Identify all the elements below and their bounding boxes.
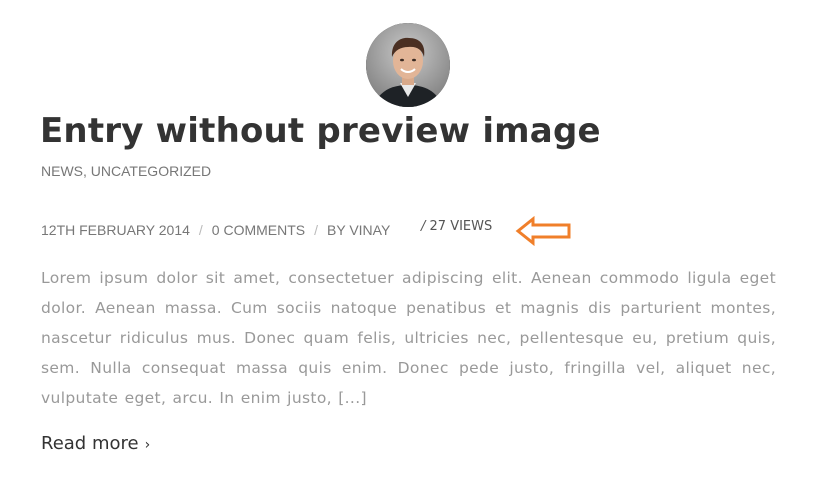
author-avatar[interactable] [366, 23, 450, 107]
post-categories: NEWS, UNCATEGORIZED [41, 162, 211, 180]
read-more-link[interactable]: Read more › [41, 432, 150, 457]
meta-separator: / [198, 222, 203, 238]
read-more-label: Read more [41, 433, 139, 454]
views-count: 27 VIEWS [429, 219, 493, 234]
post-date: 12TH FEBRUARY 2014 [41, 222, 190, 238]
category-separator: , [83, 163, 91, 179]
category-link-news[interactable]: NEWS [41, 163, 83, 179]
post-meta: 12TH FEBRUARY 2014 / 0 COMMENTS / BY VINAY [41, 221, 390, 239]
left-arrow-icon [515, 216, 571, 246]
post-excerpt: Lorem ipsum dolor sit amet, consectetuer… [41, 269, 776, 407]
post-views: / 27 VIEWS [421, 219, 492, 235]
meta-separator: / [314, 222, 319, 238]
post-title[interactable]: Entry without preview image [40, 108, 601, 154]
avatar-photo [366, 23, 450, 107]
views-separator: / [421, 219, 426, 234]
comments-link[interactable]: 0 COMMENTS [212, 222, 305, 238]
chevron-right-icon: › [144, 437, 151, 453]
category-link-uncategorized[interactable]: UNCATEGORIZED [91, 163, 211, 179]
author-link[interactable]: BY VINAY [327, 222, 390, 238]
